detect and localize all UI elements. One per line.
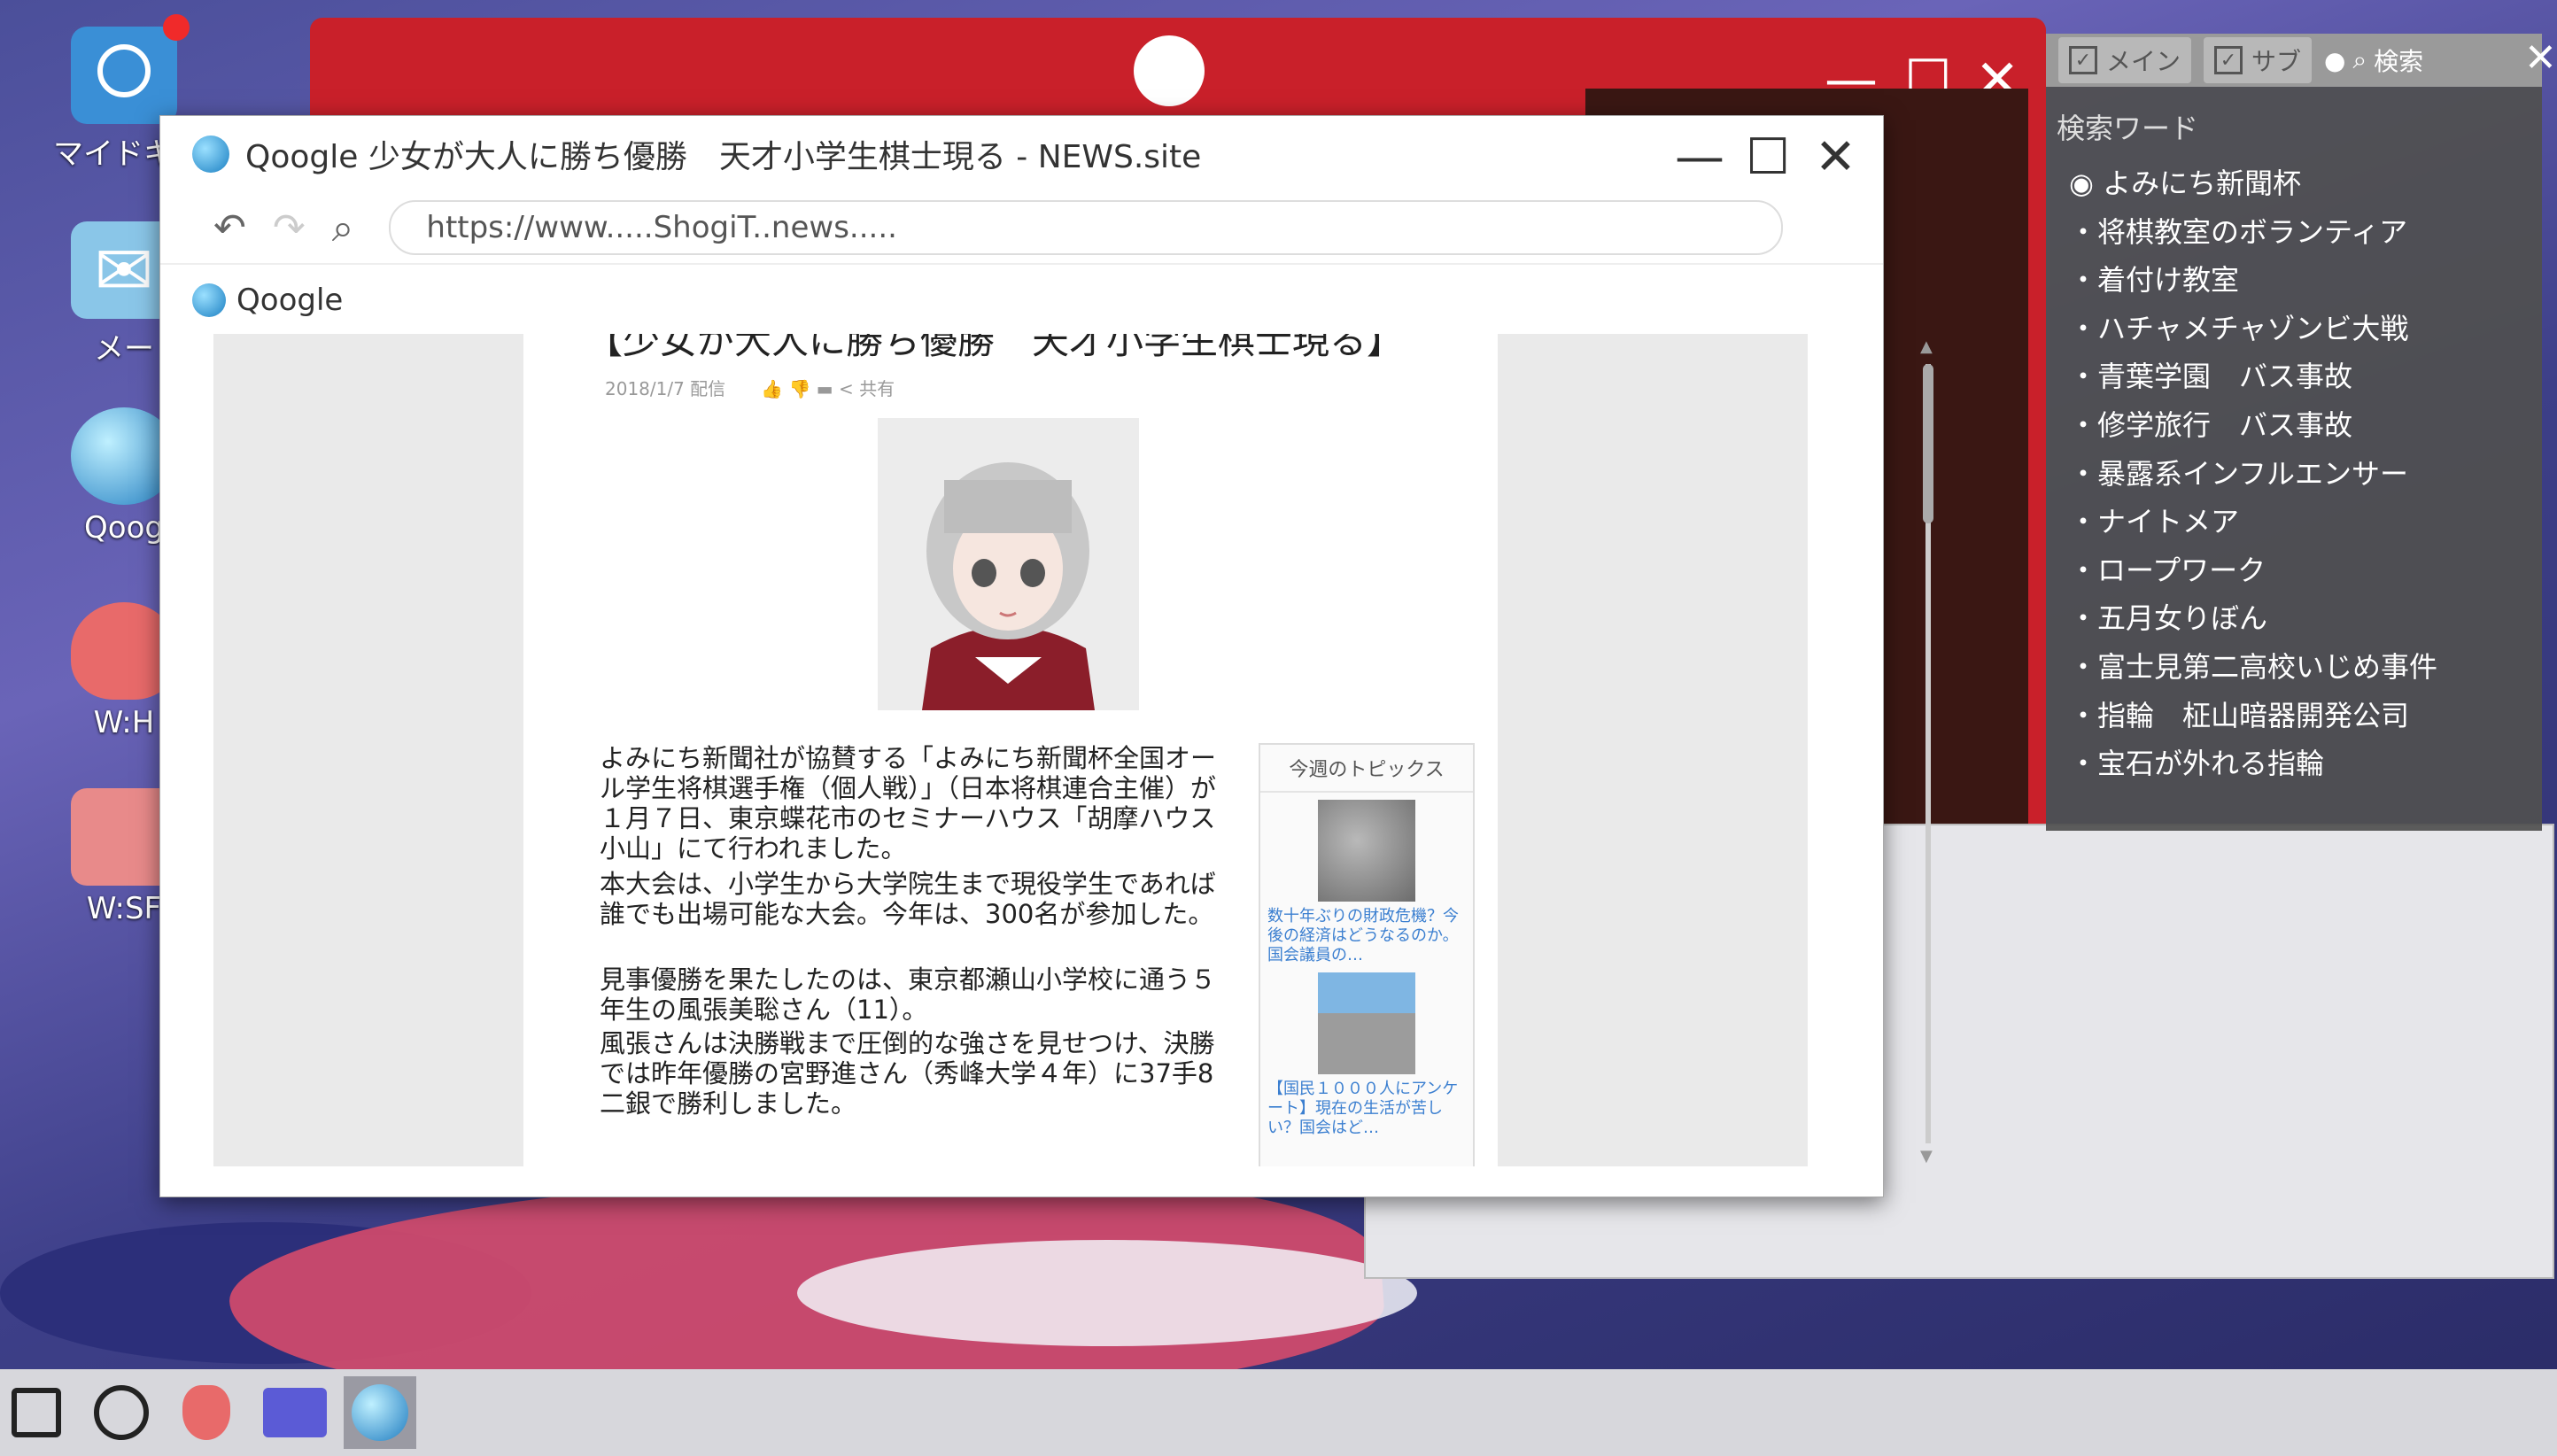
search-icon[interactable]: ⌕ xyxy=(332,205,354,251)
scroll-thumb[interactable] xyxy=(1923,364,1933,523)
topic-link[interactable]: 【国民１０００人にアンケート】現在の生活が苦しい？国会はど… xyxy=(1260,1080,1473,1138)
bookmark-qoogle[interactable]: Qoogle xyxy=(236,283,343,318)
search-word-item[interactable]: ・着付け教室 xyxy=(2046,256,2542,305)
qoogle-bookmark-icon xyxy=(192,283,226,317)
taskbar-face-icon[interactable] xyxy=(85,1376,158,1449)
article-headline: 【少女が大人に勝ち優勝 天才小学生棋士現る】 xyxy=(585,334,1405,362)
search-word-item[interactable]: ・指輪 柾山暗器開発公司 xyxy=(2046,692,2542,740)
search-word-item[interactable]: ・ロープワーク xyxy=(2046,546,2542,595)
wallpaper-shape xyxy=(797,1240,1417,1346)
scrollbar[interactable]: ▲ ▼ xyxy=(1918,337,1938,1170)
news-article: 【少女が大人に勝ち優勝 天才小学生棋士現る】 2018/1/7 配信 👍 👎 ▬… xyxy=(523,334,1498,1166)
browser-window: Qoogle 少女が大人に勝ち優勝 天才小学生棋士現る - NEWS.site … xyxy=(159,115,1933,1197)
weekly-topics-sidebar: 今週のトピックス 数十年ぶりの財政危機？今後の経済はどうなるのか。国会議員の… … xyxy=(1259,743,1475,1166)
article-meta: 2018/1/7 配信 👍 👎 ▬ < 共有 xyxy=(605,375,895,400)
scroll-down-icon[interactable]: ▼ xyxy=(1920,1147,1933,1166)
browser-navbar: ↶ ↷ ⌕ https://www.....ShogiT..news..... xyxy=(160,192,1883,263)
tab-search[interactable]: ● ⌕ 検索 xyxy=(2324,43,2423,78)
checkbox-icon[interactable]: ✓ xyxy=(2069,46,2097,74)
search-word-list: ◉ よみにち新聞杯 ・将棋教室のボランティア ・着付け教室 ・ハチャメチャゾンビ… xyxy=(2046,159,2542,788)
tab-sub[interactable]: ✓ サブ xyxy=(2204,37,2313,83)
search-word-item[interactable]: ・ハチャメチャゾンビ大戦 xyxy=(2046,305,2542,353)
search-word-item[interactable]: ・青葉学園 バス事故 xyxy=(2046,352,2542,401)
mask-logo-icon xyxy=(1134,35,1205,106)
share-label[interactable]: 共有 xyxy=(859,378,895,399)
thumbs-up-icon[interactable]: 👍 xyxy=(761,378,783,399)
comment-icon[interactable]: ▬ xyxy=(817,378,833,399)
browser-titlebar: Qoogle 少女が大人に勝ち優勝 天才小学生棋士現る - NEWS.site xyxy=(160,116,1883,192)
forward-icon[interactable]: ↷ xyxy=(273,205,306,251)
bookmark-bar: Qoogle xyxy=(160,263,1883,336)
article-paragraph: 風張さんは決勝戦まで圧倒的な強さを見せつけ、決勝では昨年優勝の宮野進さん（秀峰大… xyxy=(600,1028,1215,1119)
scroll-up-icon[interactable]: ▲ xyxy=(1920,337,1933,356)
panel-tabbar: ✓ メイン ✓ サブ ● ⌕ 検索 xyxy=(2046,34,2542,87)
qoogle-logo-icon xyxy=(192,136,229,173)
share-icon[interactable]: < xyxy=(839,378,854,399)
article-portrait-image xyxy=(878,418,1139,710)
search-word-item[interactable]: ・宝石が外れる指輪 xyxy=(2046,740,2542,788)
dot-icon: ● xyxy=(2324,45,2346,75)
taskbar-qoogle-icon[interactable] xyxy=(344,1376,416,1449)
url-bar[interactable]: https://www.....ShogiT..news..... xyxy=(389,200,1784,255)
article-paragraph: 本大会は、小学生から大学院生まで現役学生であれば誰でも出場可能な大会。今年は、3… xyxy=(600,869,1216,929)
search-word-panel: ✓ メイン ✓ サブ ● ⌕ 検索 検索ワード ◉ よみにち新聞杯 ・将棋教室の… xyxy=(2046,34,2542,831)
search-word-item[interactable]: ・暴露系インフルエンサー xyxy=(2046,450,2542,499)
search-word-item[interactable]: ・富士見第二高校いじめ事件 xyxy=(2046,643,2542,692)
article-date: 2018/1/7 配信 xyxy=(605,378,726,399)
taskbar-mask-icon[interactable] xyxy=(170,1376,243,1449)
building-thumbnail[interactable] xyxy=(1318,972,1415,1074)
article-paragraph: 見事優勝を果たしたのは、東京都瀬山小学校に通う５年生の風張美聡さん（11）。 xyxy=(600,964,1217,1025)
search-word-item[interactable]: ◉ よみにち新聞杯 xyxy=(2046,159,2542,208)
search-word-item[interactable]: ・修学旅行 バス事故 xyxy=(2046,401,2542,450)
window-title: Qoogle 少女が大人に勝ち優勝 天才小学生棋士現る - NEWS.site xyxy=(245,139,1202,175)
article-paragraph: よみにち新聞社が協賛する「よみにち新聞杯全国オール学生将棋選手権（個人戦）」（日… xyxy=(600,743,1217,864)
back-icon[interactable]: ↶ xyxy=(213,205,246,251)
maximize-icon[interactable]: ☐ xyxy=(1746,128,1790,186)
panel-close-icon[interactable]: ✕ xyxy=(2524,35,2557,81)
search-word-item[interactable]: ・ナイトメア xyxy=(2046,498,2542,546)
taskbar-file-icon[interactable] xyxy=(0,1376,73,1449)
panel-heading: 検索ワード xyxy=(2057,112,2199,145)
topic-link[interactable]: 数十年ぶりの財政危機？今後の経済はどうなるのか。国会議員の… xyxy=(1260,907,1473,965)
close-icon[interactable]: ✕ xyxy=(1815,128,1856,186)
topics-heading: 今週のトピックス xyxy=(1260,745,1473,793)
search-word-item[interactable]: ・五月女りぼん xyxy=(2046,594,2542,643)
search-icon: ⌕ xyxy=(2352,45,2367,74)
taskbar xyxy=(0,1369,2557,1456)
search-word-item[interactable]: ・将棋教室のボランティア xyxy=(2046,208,2542,257)
user-folder-icon xyxy=(71,14,190,124)
minimize-icon[interactable]: — xyxy=(1675,128,1724,186)
coins-thumbnail[interactable] xyxy=(1318,800,1415,902)
tab-main[interactable]: ✓ メイン xyxy=(2058,37,2192,83)
checkbox-icon[interactable]: ✓ xyxy=(2214,46,2243,74)
taskbar-folder-icon[interactable] xyxy=(259,1376,331,1449)
thumbs-down-icon[interactable]: 👎 xyxy=(788,378,810,399)
page-content: 【少女が大人に勝ち優勝 天才小学生棋士現る】 2018/1/7 配信 👍 👎 ▬… xyxy=(213,334,1808,1166)
